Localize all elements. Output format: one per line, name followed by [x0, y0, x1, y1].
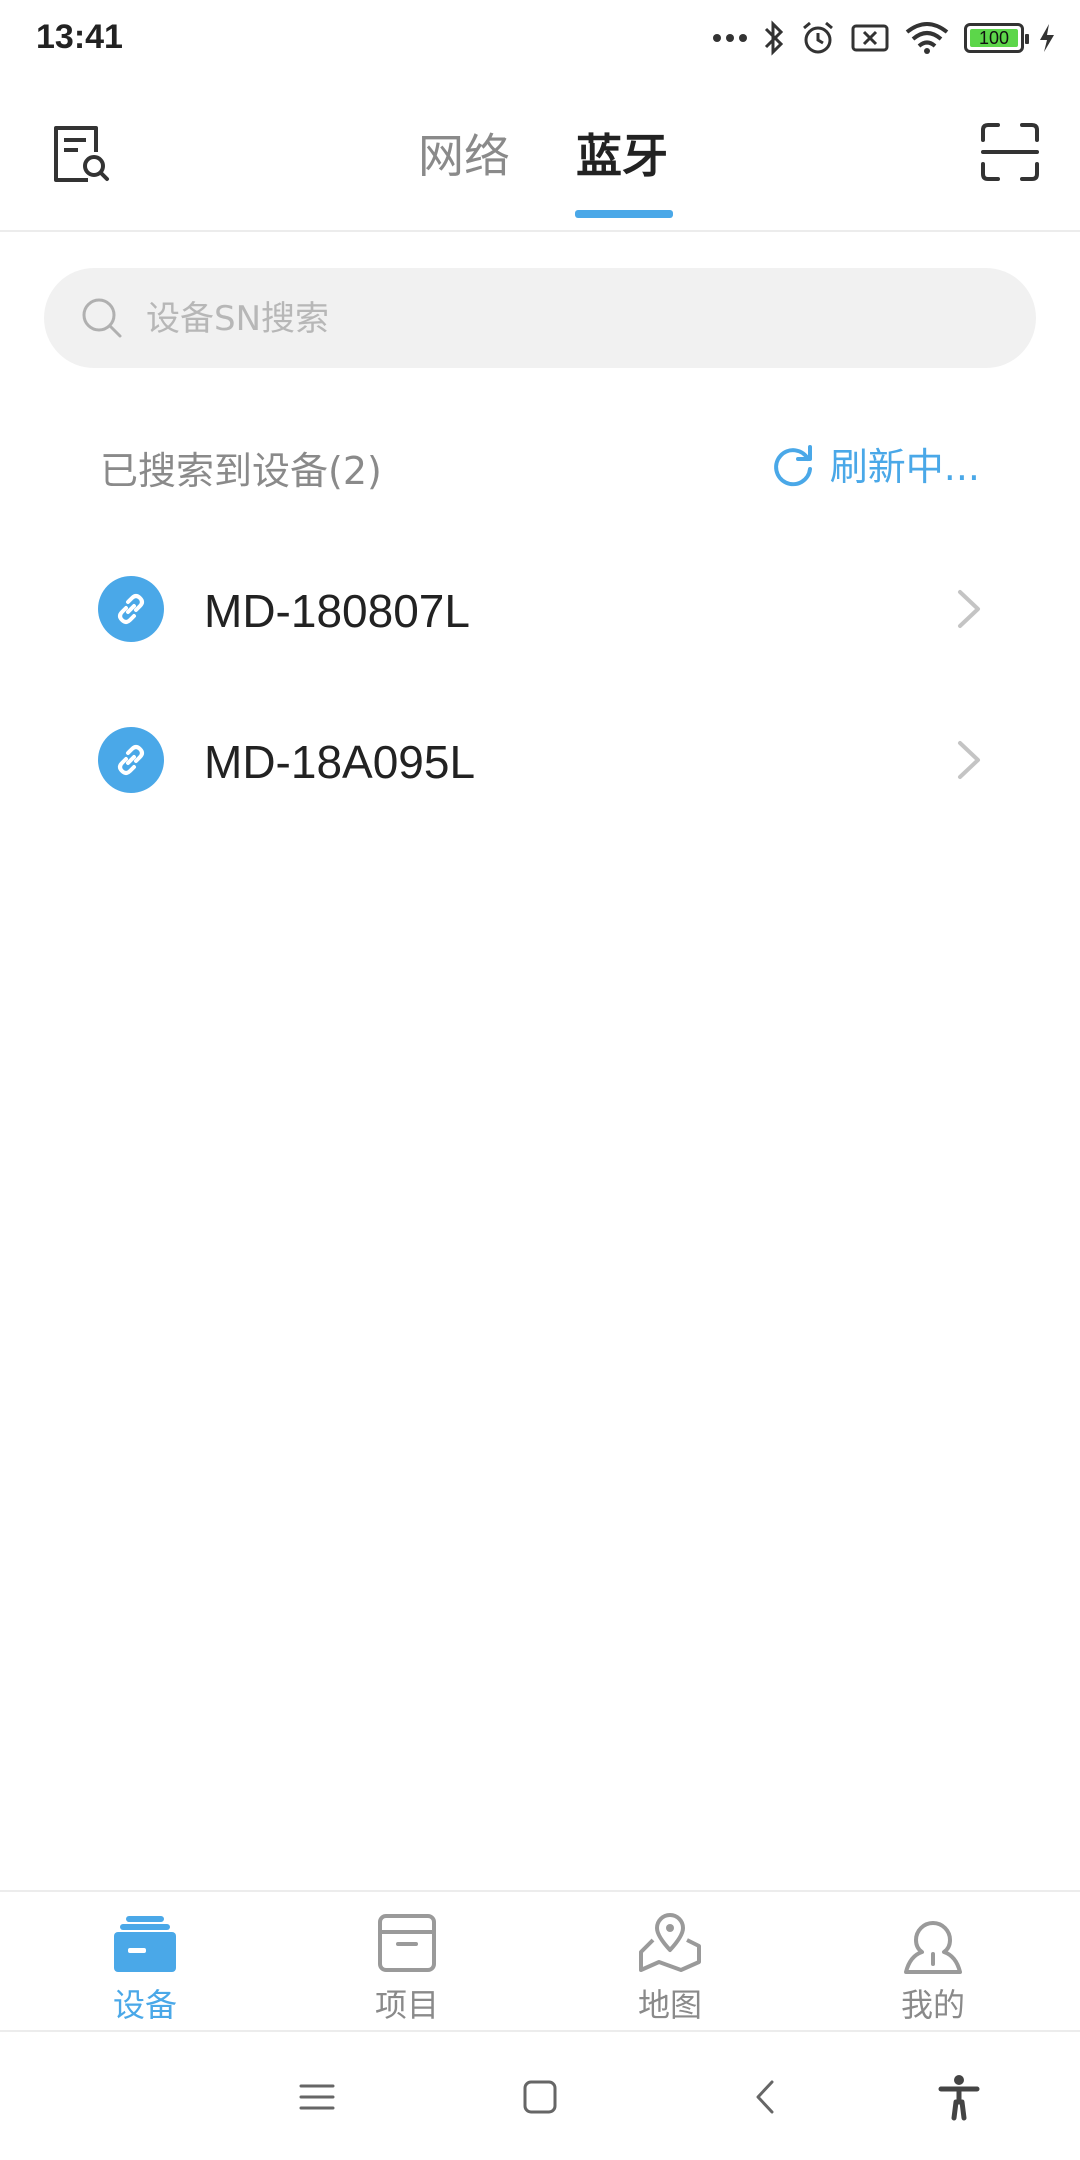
- system-navigation-bar: [0, 2030, 1080, 2160]
- wifi-icon: [905, 22, 949, 54]
- sim-x-icon: [851, 24, 889, 52]
- scan-icon[interactable]: [980, 122, 1040, 182]
- status-bar: 13:41 100: [0, 0, 1080, 80]
- battery-icon: 100: [964, 23, 1029, 53]
- device-list-item[interactable]: MD-180807L: [0, 534, 1080, 684]
- nav-label: 设备: [112, 1986, 177, 2024]
- status-icons: 100: [712, 16, 1056, 60]
- link-icon: [98, 576, 164, 642]
- back-icon[interactable]: [742, 2072, 792, 2122]
- nav-item-devices[interactable]: 设备: [10, 1892, 280, 2030]
- search-icon: [82, 298, 122, 338]
- nav-item-map[interactable]: 地图: [535, 1892, 805, 2030]
- nav-item-projects[interactable]: 项目: [272, 1892, 542, 2030]
- menu-icon[interactable]: [292, 2072, 342, 2122]
- charging-icon: [1040, 24, 1054, 52]
- bottom-navigation: 设备 项目 地图 我的: [0, 1890, 1080, 2030]
- refresh-label: 刷新中...: [829, 445, 980, 489]
- link-icon: [98, 727, 164, 793]
- search-input[interactable]: [144, 268, 1008, 370]
- tab-network[interactable]: 网络: [418, 120, 510, 186]
- active-tab-indicator: [575, 210, 673, 218]
- bluetooth-icon: [764, 20, 784, 56]
- device-name: MD-180807L: [204, 585, 470, 637]
- chevron-right-icon: [958, 590, 980, 628]
- search-bar[interactable]: [44, 268, 1036, 370]
- more-dots-icon: [713, 34, 747, 42]
- found-devices-label: 已搜索到设备(2): [100, 449, 382, 493]
- profile-icon: [904, 1921, 962, 1974]
- nav-item-profile[interactable]: 我的: [798, 1892, 1068, 2030]
- device-box-icon: [114, 1916, 176, 1972]
- tab-bluetooth[interactable]: 蓝牙: [576, 120, 668, 186]
- nav-label: 我的: [900, 1986, 965, 2024]
- nav-label: 项目: [374, 1986, 439, 2024]
- chevron-right-icon: [958, 741, 980, 779]
- alarm-icon: [803, 21, 833, 54]
- device-name: MD-18A095L: [204, 736, 476, 788]
- search-document-icon[interactable]: [50, 122, 110, 186]
- project-archive-icon: [378, 1914, 436, 1972]
- top-header: 网络 蓝牙: [0, 90, 1080, 232]
- device-list-item[interactable]: MD-18A095L: [0, 685, 1080, 835]
- home-icon[interactable]: [515, 2072, 565, 2122]
- refresh-icon: [773, 444, 812, 486]
- battery-level: 100: [978, 28, 1010, 48]
- refresh-button[interactable]: 刷新中...: [770, 436, 980, 491]
- accessibility-icon[interactable]: [934, 2072, 984, 2122]
- map-pin-icon: [639, 1913, 701, 1972]
- status-time: 13:41: [36, 18, 123, 56]
- app-screen: 13:41 100 网络 蓝牙 设备SN搜索 已搜索到设备(2) 刷新中... …: [0, 0, 1080, 2160]
- nav-label: 地图: [637, 1986, 702, 2024]
